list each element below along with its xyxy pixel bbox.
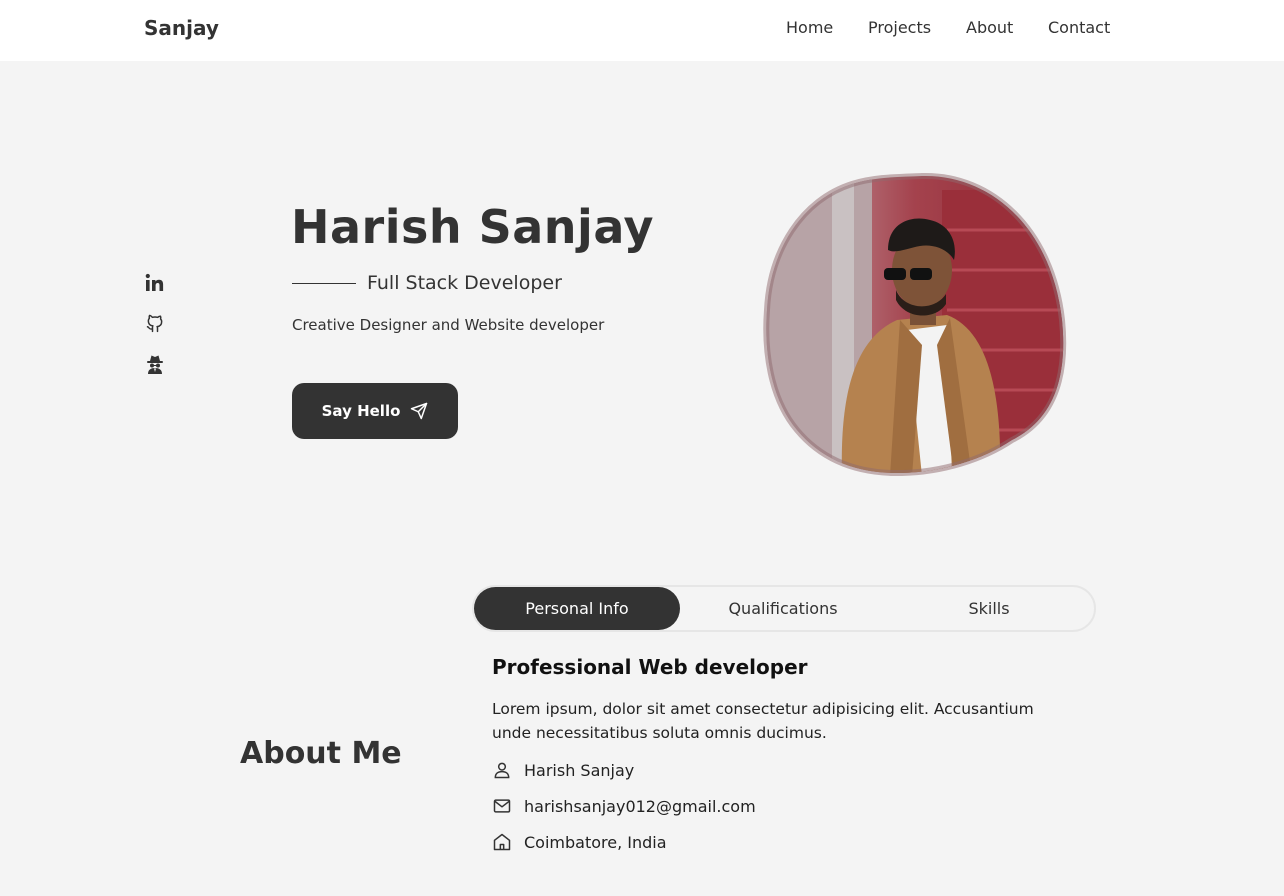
- nav-about-link[interactable]: About: [966, 18, 1013, 37]
- info-name: Harish Sanjay: [524, 760, 635, 780]
- linkedin-icon[interactable]: [144, 272, 166, 294]
- nav-links: Home Projects About Contact: [0, 18, 1284, 42]
- tab-qualifications[interactable]: Qualifications: [680, 587, 886, 630]
- about-text: Lorem ipsum, dolor sit amet consectetur …: [492, 700, 1034, 742]
- hero-subtitle: Full Stack Developer: [367, 272, 562, 294]
- user-icon: [492, 760, 512, 780]
- say-hello-button[interactable]: Say Hello: [292, 383, 458, 439]
- mail-icon: [492, 796, 512, 816]
- navbar: Sanjay Home Projects About Contact: [0, 0, 1284, 61]
- tab-personal-info[interactable]: Personal Info: [474, 587, 680, 630]
- about-tabs: Personal Info Qualifications Skills: [472, 585, 1096, 632]
- send-icon: [411, 402, 428, 420]
- say-hello-label: Say Hello: [321, 402, 401, 420]
- incognito-icon[interactable]: [144, 353, 166, 375]
- hero-description: Creative Designer and Website developer: [292, 316, 605, 334]
- info-email[interactable]: harishsanjay012@gmail.com: [524, 797, 756, 816]
- nav-contact-link[interactable]: Contact: [1048, 18, 1110, 37]
- info-location-row: Coimbatore, India: [492, 830, 667, 854]
- home-icon: [492, 832, 512, 852]
- info-email-row: harishsanjay012@gmail.com: [492, 794, 756, 818]
- info-location: Coimbatore, India: [524, 832, 667, 852]
- github-icon[interactable]: [144, 312, 166, 334]
- nav-projects-link[interactable]: Projects: [868, 18, 931, 37]
- about-heading: Professional Web developer: [492, 655, 808, 679]
- nav-home-link[interactable]: Home: [786, 18, 833, 37]
- hero-title: Harish Sanjay: [291, 200, 654, 254]
- info-name-row: Harish Sanjay: [492, 758, 634, 782]
- about-section-title: About Me: [240, 736, 402, 771]
- profile-photo: [762, 170, 1068, 477]
- subtitle-divider: [292, 283, 356, 284]
- tab-skills[interactable]: Skills: [886, 587, 1092, 630]
